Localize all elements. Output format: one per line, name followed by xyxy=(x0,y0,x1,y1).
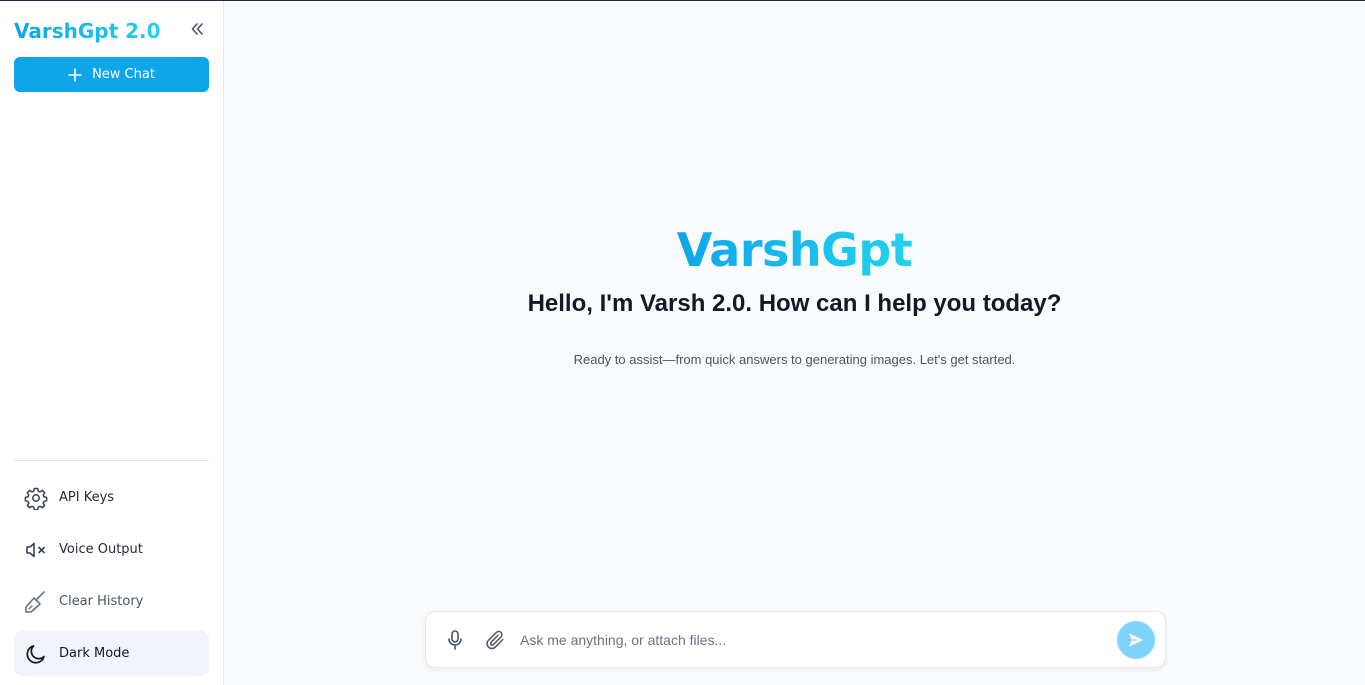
greeting-heading: Hello, I'm Varsh 2.0. How can I help you… xyxy=(527,290,1062,317)
new-chat-label: New Chat xyxy=(92,67,155,82)
collapse-sidebar-button[interactable] xyxy=(186,18,208,40)
send-button[interactable] xyxy=(1117,620,1155,659)
sidebar-item-label: Dark Mode xyxy=(59,646,130,661)
sidebar: VarshGpt 2.0 New Chat API Keys Voice Out… xyxy=(0,1,224,685)
voice-input-button[interactable] xyxy=(440,625,470,655)
sidebar-item-clear-history[interactable]: Clear History xyxy=(14,579,209,624)
sidebar-item-label: Clear History xyxy=(59,594,144,609)
double-chevron-left-icon xyxy=(191,23,203,35)
app-window: VarshGpt 2.0 New Chat API Keys Voice Out… xyxy=(0,0,1365,685)
new-chat-button[interactable]: New Chat xyxy=(14,57,209,92)
message-input[interactable] xyxy=(520,624,1117,655)
sidebar-item-dark-mode[interactable]: Dark Mode xyxy=(14,631,209,676)
sidebar-item-api-keys[interactable]: API Keys xyxy=(14,475,209,520)
message-composer xyxy=(425,611,1166,668)
sidebar-divider xyxy=(14,460,209,461)
greeting-subtext: Ready to assist—from quick answers to ge… xyxy=(573,352,1016,367)
sidebar-menu: API Keys Voice Output Clear History Dark… xyxy=(14,475,209,683)
moon-icon xyxy=(24,642,48,666)
broom-icon xyxy=(24,590,48,614)
plus-icon xyxy=(68,67,82,82)
attach-file-button[interactable] xyxy=(480,625,510,655)
sidebar-item-voice-output[interactable]: Voice Output xyxy=(14,527,209,572)
app-brand: VarshGpt 2.0 xyxy=(14,19,161,43)
chat-main: VarshGpt Hello, I'm Varsh 2.0. How can I… xyxy=(224,1,1365,685)
sidebar-item-label: API Keys xyxy=(59,490,115,505)
microphone-icon xyxy=(448,629,462,650)
send-icon xyxy=(1129,632,1143,647)
sidebar-item-label: Voice Output xyxy=(59,542,143,557)
paperclip-icon xyxy=(486,630,504,649)
hero-logo: VarshGpt xyxy=(675,223,915,277)
speaker-muted-icon xyxy=(24,538,48,562)
gear-icon xyxy=(24,486,48,510)
